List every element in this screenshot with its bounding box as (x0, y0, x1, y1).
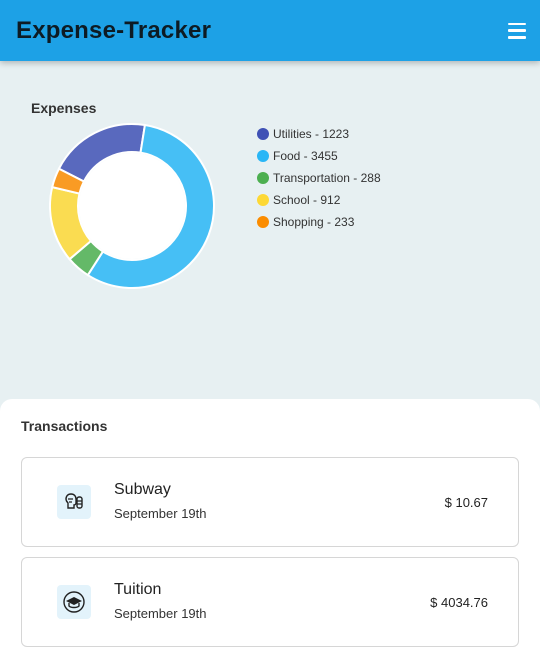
graduation-cap-icon (57, 585, 91, 619)
transaction-card-subway[interactable]: Subway September 19th $ 10.67 (21, 457, 519, 547)
transactions-panel: Transactions Subway September 19th $ 10.… (0, 399, 540, 669)
transaction-date: September 19th (114, 606, 207, 621)
transaction-date: September 19th (114, 506, 207, 521)
chart-legend: Utilities - 1223 Food - 3455 Transportat… (257, 123, 381, 233)
transactions-title: Transactions (21, 418, 108, 434)
transaction-card-tuition[interactable]: Tuition September 19th $ 4034.76 (21, 557, 519, 647)
food-icon (57, 485, 91, 519)
transaction-name: Subway (114, 481, 171, 498)
menu-line (508, 22, 526, 25)
menu-line (508, 29, 526, 32)
legend-label: Food - 3455 (273, 149, 338, 163)
transaction-amount: $ 4034.76 (430, 595, 488, 610)
donut-hole (79, 153, 185, 259)
legend-item-shopping: Shopping - 233 (257, 211, 381, 233)
legend-label: Utilities - 1223 (273, 127, 350, 141)
menu-line (508, 36, 526, 39)
legend-item-utilities: Utilities - 1223 (257, 123, 381, 145)
legend-item-transportation: Transportation - 288 (257, 167, 381, 189)
transaction-name: Tuition (114, 581, 162, 598)
legend-swatch (257, 128, 269, 140)
expenses-donut-chart (49, 123, 215, 289)
legend-swatch (257, 172, 269, 184)
legend-swatch (257, 150, 269, 162)
app-header: Expense-Tracker (0, 0, 540, 61)
legend-label: Shopping - 233 (273, 215, 355, 229)
legend-label: School - 912 (273, 193, 341, 207)
legend-item-food: Food - 3455 (257, 145, 381, 167)
expenses-title: Expenses (31, 100, 97, 116)
transaction-amount: $ 10.67 (444, 495, 488, 510)
legend-label: Transportation - 288 (273, 171, 381, 185)
legend-swatch (257, 194, 269, 206)
legend-swatch (257, 216, 269, 228)
legend-item-school: School - 912 (257, 189, 381, 211)
app-title: Expense-Tracker (16, 16, 212, 44)
hamburger-icon[interactable] (508, 22, 526, 39)
